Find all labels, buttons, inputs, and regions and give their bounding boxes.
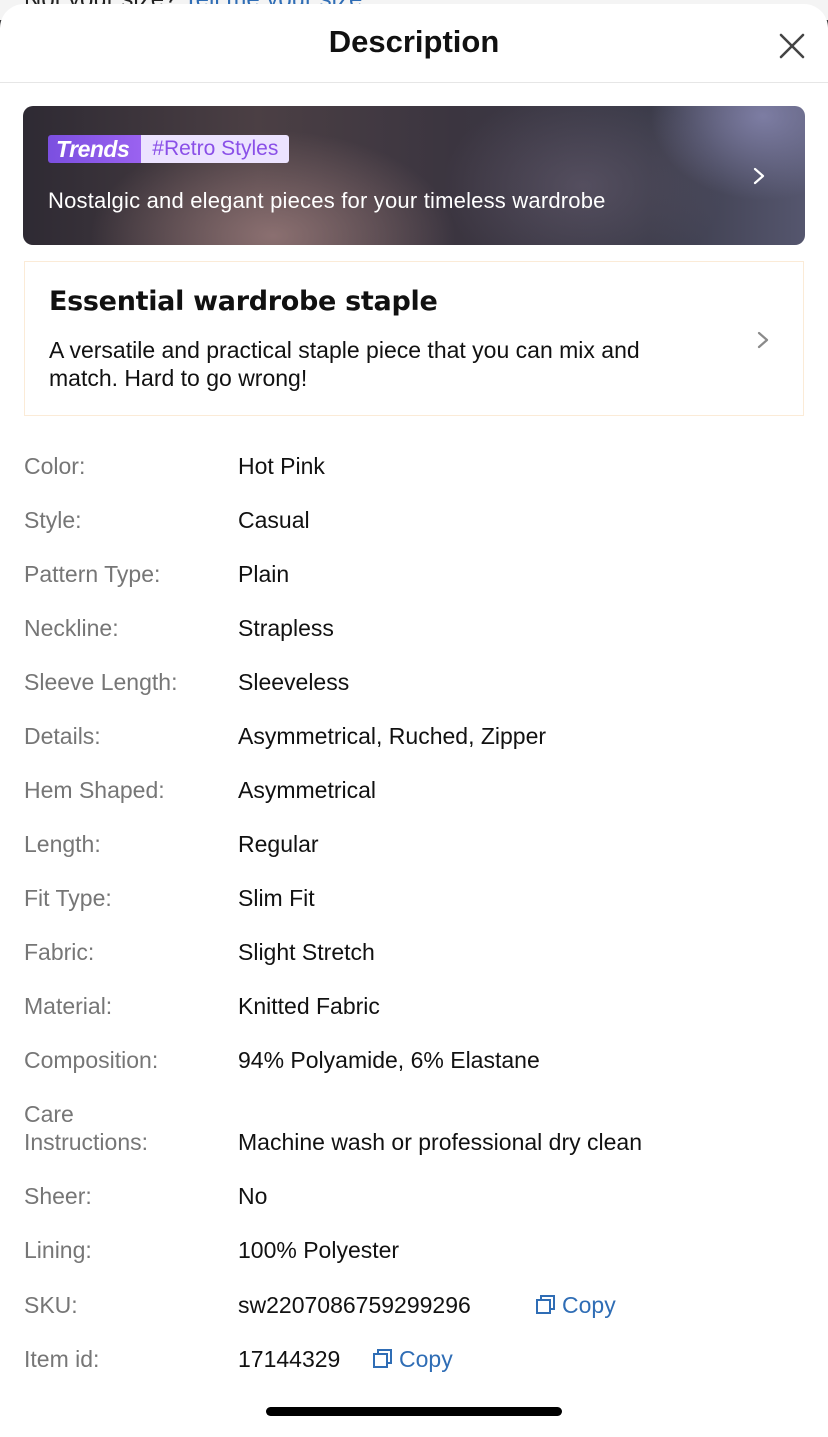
attr-value: Slim Fit (238, 885, 315, 911)
attr-value: 100% Polyester (238, 1237, 400, 1263)
attr-label: SKU: (24, 1292, 78, 1318)
attr-value: 94% Polyamide, 6% Elastane (238, 1047, 540, 1073)
copy-label: Copy (399, 1346, 453, 1372)
attr-label: Care Instructions: (24, 1101, 148, 1155)
attr-value: Knitted Fabric (238, 993, 380, 1019)
attr-label: Material: (24, 993, 113, 1019)
close-button[interactable] (772, 26, 812, 66)
trends-banner[interactable]: Trends #Retro Styles Nostalgic and elega… (23, 106, 805, 245)
attr-value: Regular (238, 831, 319, 857)
attr-label: Sheer: (24, 1183, 92, 1209)
attr-label: Fit Type: (24, 885, 112, 911)
copy-item-id-button[interactable]: Copy (372, 1345, 453, 1373)
attr-label: Color: (24, 453, 86, 479)
attr-label: Neckline: (24, 615, 119, 641)
copy-icon (536, 1295, 555, 1314)
attr-label: Style: (24, 507, 82, 533)
attr-label: Hem Shaped: (24, 777, 165, 803)
attr-label: Details: (24, 723, 101, 749)
copy-icon (373, 1349, 392, 1368)
attr-value: Asymmetrical, Ruched, Zipper (238, 723, 547, 749)
attr-value: Hot Pink (238, 453, 325, 479)
home-indicator (266, 1407, 562, 1416)
trends-description: Nostalgic and elegant pieces for your ti… (48, 188, 606, 213)
attr-value: Sleeveless (238, 669, 350, 695)
description-sheet: Description Trends #Retro Styles Nostalg… (0, 4, 828, 1437)
attr-value: Slight Stretch (238, 939, 375, 965)
trends-logo: Trends (48, 135, 142, 163)
attr-label: Lining: (24, 1237, 92, 1263)
attr-value: Asymmetrical (238, 777, 377, 803)
attr-value: No (238, 1183, 268, 1209)
attr-label: Item id: (24, 1346, 100, 1372)
attr-label: Composition: (24, 1047, 159, 1073)
chevron-right-icon (757, 331, 769, 349)
attr-value: Plain (238, 561, 290, 587)
staple-card[interactable]: Essential wardrobe staple A versatile an… (24, 261, 804, 416)
trends-badge: Trends #Retro Styles (48, 135, 290, 163)
sheet-title: Description (328, 24, 500, 59)
copy-label: Copy (562, 1292, 616, 1318)
close-icon (779, 33, 805, 59)
sheet-header: Description (0, 4, 828, 83)
attr-value: Casual (238, 507, 310, 533)
copy-sku-button[interactable]: Copy (535, 1291, 616, 1319)
chevron-right-icon (753, 167, 765, 185)
attr-label: Fabric: (24, 939, 95, 965)
sku-value: sw2207086759299296 (238, 1292, 471, 1318)
trends-tag: #Retro Styles (141, 135, 290, 163)
attr-label: Length: (24, 831, 101, 857)
item-id-value: 17144329 (238, 1346, 341, 1372)
attr-value: Machine wash or professional dry clean (238, 1129, 642, 1155)
staple-title: Essential wardrobe staple (49, 286, 438, 317)
attr-label: Pattern Type: (24, 561, 161, 587)
staple-description: A versatile and practical staple piece t… (49, 337, 640, 391)
attr-label: Sleeve Length: (24, 669, 178, 695)
attr-value: Strapless (238, 615, 334, 641)
